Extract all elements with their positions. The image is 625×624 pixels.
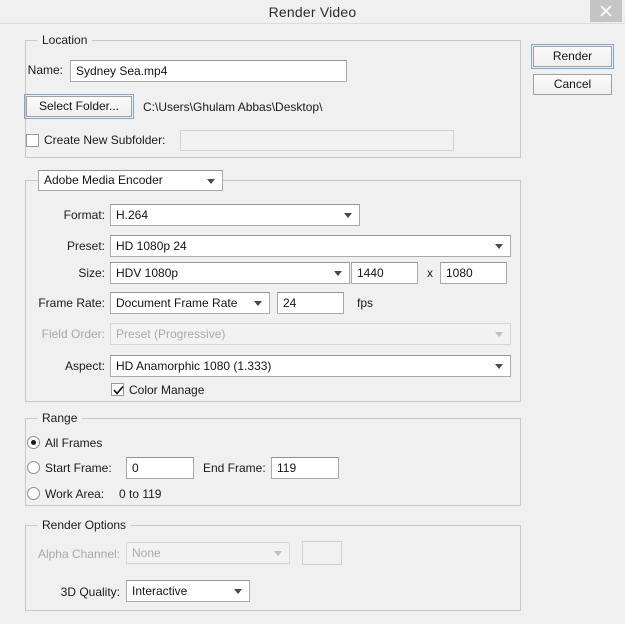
- aspect-select[interactable]: HD Anamorphic 1080 (1.333): [110, 355, 511, 377]
- chevron-down-icon: [495, 364, 503, 369]
- format-value: H.264: [116, 208, 148, 222]
- close-glyph: [599, 5, 613, 17]
- encoder-engine-select[interactable]: Adobe Media Encoder: [38, 170, 223, 191]
- aspect-value: HD Anamorphic 1080 (1.333): [116, 359, 271, 373]
- frame-rate-select[interactable]: Document Frame Rate: [110, 292, 270, 314]
- check-icon: [113, 385, 124, 396]
- start-frame-label: Start Frame:: [45, 461, 112, 475]
- field-order-label: Field Order:: [20, 327, 105, 341]
- size-height-input[interactable]: 1080: [440, 262, 507, 284]
- create-new-subfolder-checkbox[interactable]: [26, 134, 39, 147]
- alpha-channel-label: Alpha Channel:: [20, 547, 120, 561]
- location-group-label: Location: [37, 33, 92, 47]
- radio-start-frame[interactable]: [27, 461, 40, 474]
- alpha-channel-value: None: [132, 546, 161, 560]
- preset-select[interactable]: HD 1080p 24: [110, 235, 511, 257]
- work-area-label: Work Area:: [45, 487, 104, 501]
- alpha-color-swatch: [302, 541, 342, 565]
- chevron-down-icon: [495, 332, 503, 337]
- all-frames-label: All Frames: [45, 436, 102, 450]
- chevron-down-icon: [207, 179, 215, 184]
- folder-path-text: C:\Users\Ghulam Abbas\Desktop\: [143, 100, 322, 114]
- field-order-value: Preset (Progressive): [116, 327, 225, 341]
- color-manage-checkbox[interactable]: [111, 383, 124, 396]
- render-button[interactable]: Render: [533, 46, 612, 67]
- quality-label: 3D Quality:: [20, 585, 120, 599]
- chevron-down-icon: [334, 271, 342, 276]
- chevron-down-icon: [274, 551, 282, 556]
- frame-rate-value: Document Frame Rate: [116, 296, 237, 310]
- chevron-down-icon: [344, 213, 352, 218]
- name-input[interactable]: Sydney Sea.mp4: [70, 60, 347, 82]
- quality-select[interactable]: Interactive: [126, 580, 250, 602]
- size-select[interactable]: HDV 1080p: [110, 262, 350, 284]
- chevron-down-icon: [234, 589, 242, 594]
- quality-value: Interactive: [132, 584, 187, 598]
- create-new-subfolder-label: Create New Subfolder:: [44, 133, 165, 147]
- chevron-down-icon: [495, 244, 503, 249]
- field-order-select: Preset (Progressive): [110, 323, 511, 345]
- size-value: HDV 1080p: [116, 266, 178, 280]
- start-frame-input[interactable]: 0: [126, 457, 194, 479]
- chevron-down-icon: [254, 301, 262, 306]
- end-frame-input[interactable]: 119: [271, 457, 339, 479]
- size-label: Size:: [20, 266, 105, 280]
- preset-label: Preset:: [20, 239, 105, 253]
- cancel-button[interactable]: Cancel: [533, 74, 612, 95]
- subfolder-name-input: [180, 130, 454, 151]
- range-group-label: Range: [37, 411, 82, 425]
- format-select[interactable]: H.264: [110, 204, 360, 226]
- name-label: Name:: [0, 63, 63, 77]
- aspect-label: Aspect:: [20, 359, 105, 373]
- format-label: Format:: [20, 208, 105, 222]
- radio-selected-dot: [31, 440, 36, 445]
- alpha-channel-select: None: [126, 542, 290, 564]
- close-icon[interactable]: [590, 0, 622, 22]
- size-separator-label: x: [427, 266, 433, 280]
- select-folder-button[interactable]: Select Folder...: [26, 96, 132, 117]
- fps-input[interactable]: 24: [277, 292, 344, 314]
- preset-value: HD 1080p 24: [116, 239, 187, 253]
- dialog-title: Render Video: [0, 4, 625, 20]
- encoder-engine-value: Adobe Media Encoder: [44, 173, 163, 187]
- render-options-group-label: Render Options: [37, 518, 131, 532]
- radio-all-frames[interactable]: [27, 436, 40, 449]
- radio-work-area[interactable]: [27, 487, 40, 500]
- frame-rate-label: Frame Rate:: [20, 296, 105, 310]
- work-area-value: 0 to 119: [119, 487, 161, 501]
- color-manage-label: Color Manage: [129, 383, 204, 397]
- size-width-input[interactable]: 1440: [351, 262, 418, 284]
- dialog-title-bar: Render Video: [0, 0, 625, 24]
- end-frame-label: End Frame:: [203, 461, 266, 475]
- fps-unit-label: fps: [357, 296, 373, 310]
